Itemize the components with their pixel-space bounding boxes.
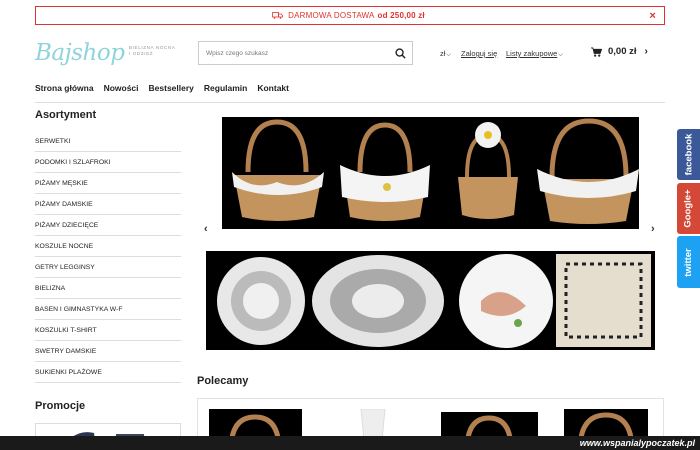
nav-contact[interactable]: Kontakt [257, 83, 289, 93]
chevron-right-icon: › [644, 46, 648, 57]
facebook-tab[interactable]: facebook [677, 129, 700, 180]
basket-image [537, 118, 639, 224]
category-item[interactable]: PODOMKI I SZLAFROKI [35, 152, 181, 173]
category-item[interactable]: SWETRY DAMSKIE [35, 341, 181, 362]
nav-divider [35, 102, 665, 103]
doily-image [217, 257, 305, 345]
basket-image [232, 119, 324, 221]
watermark-bar: www.wspanialypoczatek.pl [0, 436, 700, 450]
nav-home[interactable]: Strona główna [35, 83, 94, 93]
doily-image [312, 255, 444, 347]
login-link[interactable]: Zaloguj się [461, 49, 497, 58]
search-bar [198, 41, 413, 65]
currency-select[interactable]: zł⌵ [440, 49, 451, 59]
slider-doilies-image [206, 251, 655, 350]
banner-threshold: od 250,00 zł [377, 11, 425, 20]
shopping-lists-menu[interactable]: Listy zakupowe⌵ [506, 49, 563, 59]
nav-bestsellers[interactable]: Bestsellery [149, 83, 194, 93]
category-item[interactable]: PIŻAMY MĘSKIE [35, 173, 181, 194]
cart-button[interactable]: 0,00 zł › [591, 46, 648, 57]
category-item[interactable]: PIŻAMY DZIECIĘCE [35, 215, 181, 236]
banner-text: DARMOWA DOSTAWA [288, 11, 375, 20]
google-plus-tab[interactable]: Google+ [677, 183, 700, 234]
cart-icon [591, 46, 602, 57]
category-item[interactable]: BASEN I GIMNASTYKA W-F [35, 299, 181, 320]
cart-total: 0,00 zł [608, 46, 637, 57]
sidebar-title: Asortyment [35, 109, 97, 121]
basket-image [458, 122, 518, 219]
basket-image [340, 122, 430, 221]
category-item[interactable]: BIELIZNA [35, 278, 181, 299]
search-input[interactable] [199, 42, 388, 64]
twitter-tab[interactable]: twitter [677, 236, 700, 288]
slider-baskets-image [222, 117, 639, 229]
category-item[interactable]: GETRY LEGGINSY [35, 257, 181, 278]
free-shipping-banner: DARMOWA DOSTAWA od 250,00 zł × [35, 6, 665, 25]
nav-terms[interactable]: Regulamin [204, 83, 247, 93]
watermark-text: www.wspanialypoczatek.pl [579, 438, 695, 448]
doily-image [459, 254, 553, 348]
truck-icon [272, 12, 284, 19]
nav-new[interactable]: Nowości [104, 83, 139, 93]
category-item[interactable]: SUKIENKI PLAŻOWE [35, 362, 181, 383]
close-icon[interactable]: × [649, 10, 656, 22]
recommended-title: Polecamy [197, 375, 249, 387]
category-list: SERWETKI PODOMKI I SZLAFROKI PIŻAMY MĘSK… [35, 131, 181, 383]
search-icon[interactable] [388, 47, 412, 59]
chevron-down-icon: ⌵ [558, 52, 563, 58]
slider-prev-arrow[interactable]: ‹ [204, 223, 208, 235]
slider-next-arrow[interactable]: › [651, 223, 655, 235]
promotions-title: Promocje [35, 400, 86, 412]
logo-tagline: BIELIZNA NOCNA I ODZIEŻ [129, 45, 176, 56]
category-item[interactable]: PIŻAMY DAMSKIE [35, 194, 181, 215]
category-item[interactable]: KOSZULKI T-SHIRT [35, 320, 181, 341]
category-item[interactable]: KOSZULE NOCNE [35, 236, 181, 257]
site-logo[interactable]: Bajshop [35, 40, 125, 66]
chevron-down-icon: ⌵ [446, 52, 451, 58]
category-item[interactable]: SERWETKI [35, 131, 181, 152]
main-nav: Strona główna Nowości Bestsellery Regula… [35, 83, 289, 93]
doily-image [556, 254, 651, 347]
